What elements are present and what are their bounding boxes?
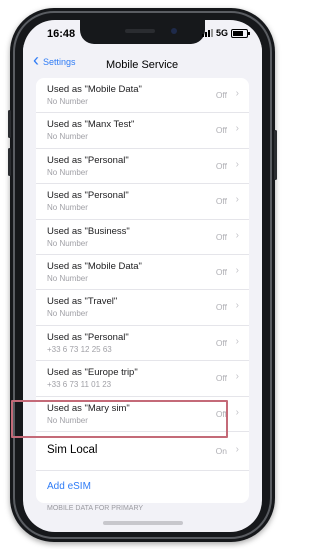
side-button <box>274 130 277 180</box>
sim-row-status: Off <box>215 160 227 171</box>
sim-row[interactable]: Used as "Manx Test" No Number Off › <box>36 113 249 149</box>
battery-icon <box>231 28 250 38</box>
sim-row-status: Off <box>215 266 227 277</box>
network-type: 5G <box>215 28 228 38</box>
volume-up-button <box>8 110 11 138</box>
status-indicators: 5G <box>201 28 250 38</box>
sim-row-status: Off <box>215 337 227 348</box>
chevron-right-icon: › <box>235 443 239 455</box>
sim-row[interactable]: Used as "Personal" +33 6 73 12 25 63 Off… <box>36 326 249 362</box>
chevron-right-icon: › <box>235 88 239 99</box>
add-esim-label: Add eSIM <box>47 480 91 492</box>
page-title: Mobile Service <box>106 59 179 71</box>
sim-row-number: +33 6 73 11 01 23 <box>47 380 112 390</box>
sim-row-status: Off <box>215 302 227 313</box>
sim-row[interactable]: Used as "Europe trip" +33 6 73 11 01 23 … <box>36 361 249 397</box>
sim-row-number: No Number <box>47 167 88 177</box>
sim-row-title: Used as "Personal" <box>47 154 129 166</box>
sim-row-number: No Number <box>47 203 88 213</box>
sim-local-title: Sim Local <box>47 443 98 456</box>
sim-row-title: Used as "Business" <box>47 225 130 237</box>
sim-local-status: On <box>215 445 227 456</box>
sim-row-number: No Number <box>47 309 88 319</box>
sim-row-title: Used as "Mobile Data" <box>47 84 142 95</box>
section-footer-label: MOBILE DATA FOR PRIMARY <box>47 505 144 512</box>
sim-row-title: Used as "Personal" <box>47 190 129 202</box>
signal-icon <box>201 29 213 37</box>
chevron-right-icon: › <box>235 371 239 383</box>
sim-row-number: No Number <box>47 238 88 248</box>
chevron-left-icon: ‹ <box>33 50 39 70</box>
sim-row-title: Used as "Manx Test" <box>47 119 135 131</box>
sim-row[interactable]: Used as "Personal" No Number Off › <box>36 184 249 220</box>
chevron-right-icon: › <box>235 229 239 241</box>
phone-screen: 16:48 5G ‹ Settings Mobile Service Used … <box>23 20 262 532</box>
sim-row-status: Off <box>215 373 227 384</box>
sim-row-title: Used as "Europe trip" <box>47 367 138 379</box>
sim-row[interactable]: Used as "Mobile Data" No Number Off › <box>36 255 249 291</box>
status-time: 16:48 <box>47 28 76 40</box>
sim-row[interactable]: Used as "Business" No Number Off › <box>36 220 249 255</box>
sim-row-number: No Number <box>47 97 88 106</box>
chevron-right-icon: › <box>235 300 239 312</box>
sim-row-number: +33 6 73 12 25 63 <box>47 344 112 354</box>
home-indicator <box>103 521 183 525</box>
chevron-right-icon: › <box>235 264 239 276</box>
back-button[interactable]: ‹ Settings <box>33 50 76 70</box>
sim-row[interactable]: Used as "Personal" No Number Off › <box>36 149 249 185</box>
chevron-right-icon: › <box>235 335 239 347</box>
sim-row-title: Used as "Personal" <box>47 331 129 343</box>
sim-row[interactable]: Used as "Travel" No Number Off › <box>36 290 249 326</box>
sim-row-status: Off <box>215 231 227 242</box>
add-esim-button[interactable]: Add eSIM <box>36 471 249 503</box>
sim-row-status: Off <box>215 90 227 100</box>
chevron-right-icon: › <box>235 123 239 135</box>
sim-row-title: Used as "Mobile Data" <box>47 260 142 272</box>
sim-row-status: Off <box>215 125 227 136</box>
notch <box>80 20 205 44</box>
navigation-bar: ‹ Settings Mobile Service <box>23 44 262 78</box>
chevron-right-icon: › <box>235 406 239 418</box>
volume-down-button <box>8 148 11 176</box>
sim-row[interactable]: Used as "Mobile Data" No Number Off › <box>36 78 249 114</box>
sim-row-number: No Number <box>47 273 88 283</box>
chevron-right-icon: › <box>235 158 239 170</box>
speaker-grille <box>125 29 155 33</box>
front-camera <box>171 28 177 34</box>
sim-row-title: Used as "Travel" <box>47 296 118 308</box>
back-label: Settings <box>43 57 76 67</box>
sim-list: Used as "Mobile Data" No Number Off › Us… <box>36 78 249 503</box>
chevron-right-icon: › <box>235 194 239 206</box>
sim-local-highlight-box <box>11 400 228 438</box>
sim-row-status: Off <box>215 196 227 207</box>
sim-row-number: No Number <box>47 132 88 142</box>
